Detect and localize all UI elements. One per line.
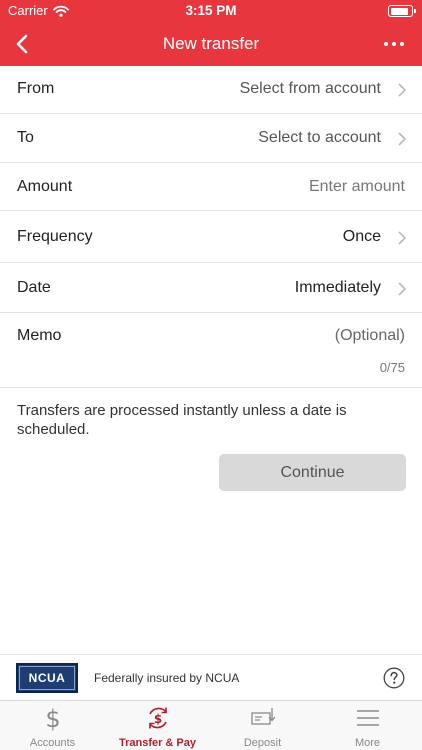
frequency-value: Once: [342, 228, 381, 245]
status-bar: Carrier 3:15 PM: [0, 0, 422, 22]
tab-accounts[interactable]: $ Accounts: [0, 701, 105, 750]
memo-input[interactable]: (Optional): [335, 327, 405, 345]
from-label: From: [17, 80, 55, 97]
svg-text:$: $: [154, 712, 162, 726]
nav-bar: New transfer: [0, 22, 422, 66]
memo-character-counter: 0/75: [379, 360, 405, 375]
from-account-value: Select from account: [239, 80, 381, 97]
tab-label: More: [354, 737, 381, 749]
battery-icon: [388, 5, 416, 17]
to-account-value: Select to account: [258, 129, 381, 146]
menu-icon: [357, 710, 379, 726]
tab-transfer-pay[interactable]: $ Transfer & Pay: [105, 701, 210, 750]
chevron-right-icon: [398, 282, 407, 296]
check-deposit-icon: [251, 708, 276, 725]
insurance-text: Federally insured by NCUA: [94, 671, 240, 685]
chevron-right-icon: [398, 83, 407, 97]
memo-row[interactable]: Memo (Optional) 0/75: [0, 313, 422, 388]
amount-row[interactable]: Amount Enter amount: [0, 163, 422, 211]
from-account-row[interactable]: From Select from account: [0, 66, 422, 114]
app-header: Carrier 3:15 PM New transfer: [0, 0, 422, 66]
chevron-right-icon: [398, 231, 407, 245]
dollar-icon: $: [45, 705, 60, 731]
transfer-pay-icon: $: [149, 707, 167, 729]
frequency-row[interactable]: Frequency Once: [0, 211, 422, 263]
continue-button[interactable]: Continue: [219, 454, 406, 491]
insurance-footer: NCUA Federally insured by NCUA: [0, 654, 422, 700]
more-options-icon[interactable]: [382, 32, 406, 56]
memo-label: Memo: [17, 327, 62, 344]
amount-label: Amount: [17, 178, 73, 195]
tab-label: Accounts: [29, 737, 76, 749]
frequency-label: Frequency: [17, 228, 93, 245]
tab-bar: $ Accounts $ Transfer & Pay Deposit More: [0, 700, 422, 750]
tab-label: Deposit: [243, 737, 282, 749]
tab-deposit[interactable]: Deposit: [210, 701, 315, 750]
date-value: Immediately: [294, 279, 381, 296]
to-account-row[interactable]: To Select to account: [0, 114, 422, 163]
svg-text:$: $: [45, 705, 60, 731]
to-label: To: [17, 129, 34, 146]
battery-level: [390, 7, 409, 15]
status-time: 3:15 PM: [185, 3, 237, 18]
help-icon[interactable]: [383, 667, 405, 689]
tab-label: Transfer & Pay: [118, 737, 197, 749]
transfer-notice: Transfers are processed instantly unless…: [17, 402, 347, 438]
chevron-right-icon: [398, 132, 407, 146]
ncua-logo: NCUA: [16, 663, 78, 693]
amount-input[interactable]: Enter amount: [309, 178, 405, 196]
date-label: Date: [17, 279, 51, 296]
page-title: New transfer: [162, 34, 260, 53]
date-row[interactable]: Date Immediately: [0, 263, 422, 313]
tab-more[interactable]: More: [315, 701, 420, 750]
